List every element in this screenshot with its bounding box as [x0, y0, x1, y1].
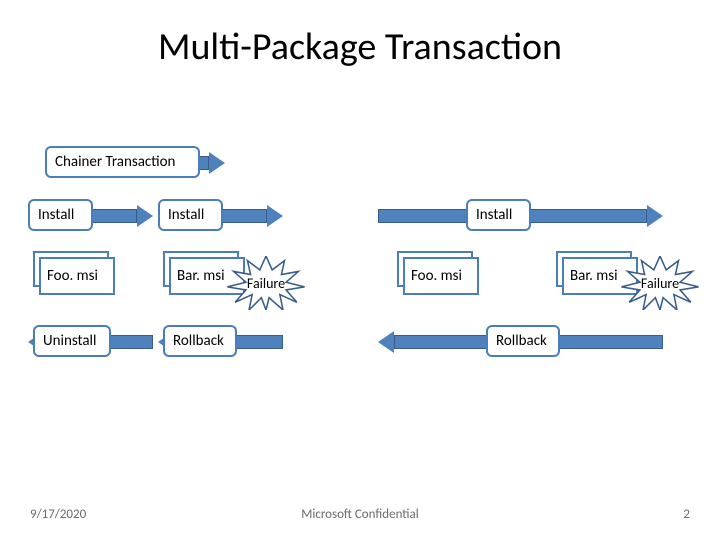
failure-burst-2: Failure — [620, 256, 700, 310]
footer-confidential: Microsoft Confidential — [0, 507, 720, 522]
install-label-2: Install — [158, 199, 223, 231]
slide-title: Multi-Package Transaction — [0, 24, 720, 70]
chainer-transaction-label: Chainer Transaction — [45, 146, 200, 178]
rollback-label-2: Rollback — [486, 325, 560, 357]
failure-burst-1: Failure — [226, 256, 306, 310]
footer-page-number: 2 — [683, 507, 690, 522]
foo-box-2: Foo. msi — [403, 257, 479, 295]
failure-text-2: Failure — [620, 256, 700, 310]
install-label-1: Install — [28, 199, 93, 231]
failure-text-1: Failure — [226, 256, 306, 310]
foo-box-1: Foo. msi — [39, 257, 115, 295]
uninstall-label: Uninstall — [33, 325, 111, 357]
install-label-3: Install — [466, 199, 531, 231]
rollback-label-1: Rollback — [163, 325, 237, 357]
